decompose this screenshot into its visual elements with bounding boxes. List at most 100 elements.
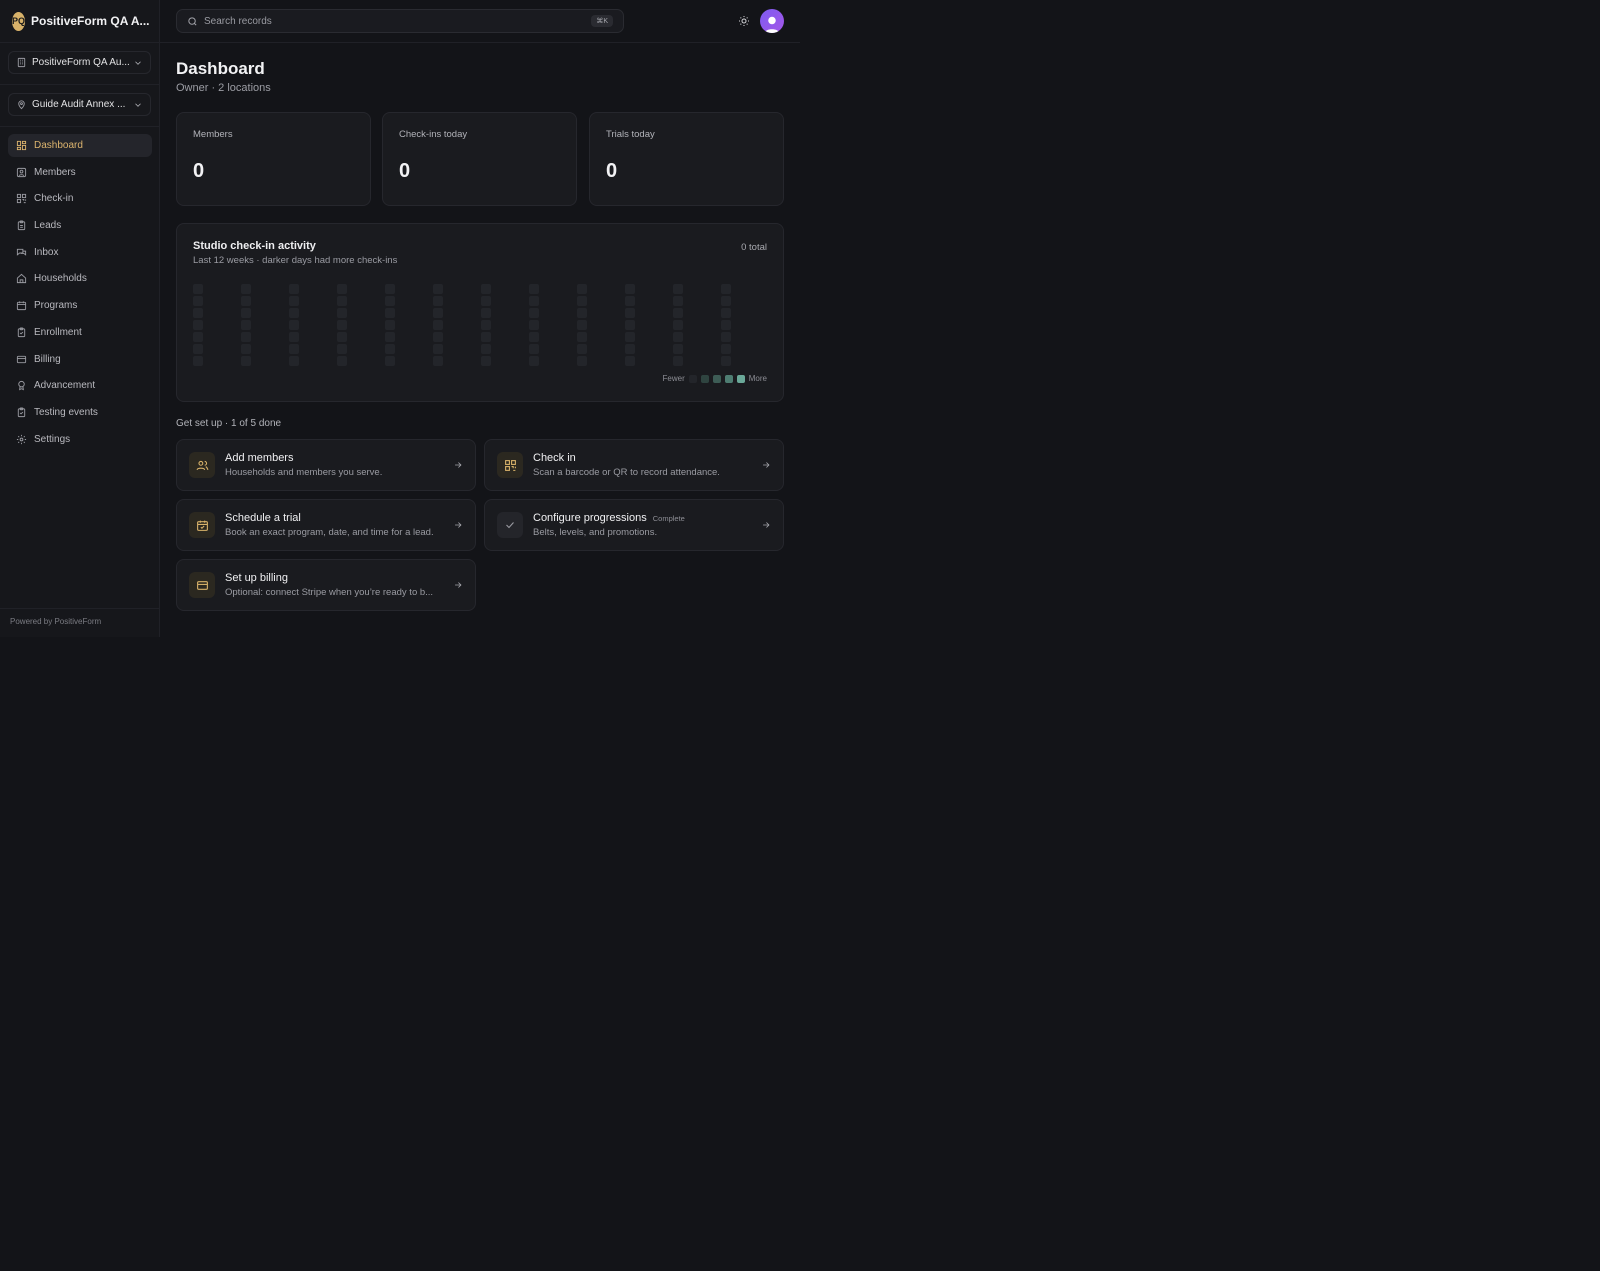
heatmap-cell [529, 308, 539, 318]
heatmap-cell [673, 356, 683, 366]
organization-picker[interactable]: PositiveForm QA Au... [8, 51, 151, 74]
heatmap-cell [289, 308, 299, 318]
heatmap-cell [529, 356, 539, 366]
heatmap-cell [385, 284, 395, 294]
heatmap-cell [193, 296, 203, 306]
arrow-right-icon [455, 522, 462, 528]
heatmap-cell [241, 332, 251, 342]
sidebar-item-label: Enrollment [34, 326, 82, 338]
chevron-down-icon [135, 60, 141, 65]
sidebar-item-dashboard[interactable]: Dashboard [8, 134, 152, 157]
home-icon [16, 274, 27, 284]
task-subtitle: Scan a barcode or QR to record attendanc… [533, 467, 720, 478]
heatmap-cell [385, 320, 395, 330]
heatmap-cell [433, 320, 443, 330]
map-pin-icon [18, 100, 25, 110]
divider [0, 126, 159, 127]
gear-icon [16, 434, 27, 444]
search-shortcut: ⌘K [591, 15, 613, 27]
heatmap-cell [193, 332, 203, 342]
top-bar: Search records ⌘K [160, 0, 800, 43]
card-icon [196, 580, 208, 590]
activity-heatmap [193, 284, 731, 366]
activity-subtitle: Last 12 weeks · darker days had more che… [193, 255, 398, 266]
task-icon-box [189, 512, 215, 538]
task-title: Set up billing [225, 572, 288, 584]
heatmap-cell [481, 356, 491, 366]
stat-label: Trials today [606, 129, 655, 140]
heatmap-cell [721, 356, 731, 366]
sidebar-item-leads[interactable]: Leads [8, 214, 152, 237]
sidebar-item-settings[interactable]: Settings [8, 428, 152, 451]
theme-toggle-button[interactable] [736, 13, 752, 29]
heatmap-cell [337, 356, 347, 366]
sidebar-item-label: Households [34, 273, 87, 285]
task-add-members[interactable]: Add members Households and members you s… [176, 439, 476, 491]
sidebar-footer: Powered by PositiveForm [0, 608, 159, 634]
task-check-in[interactable]: Check in Scan a barcode or QR to record … [484, 439, 784, 491]
heatmap-cell [529, 332, 539, 342]
sidebar-item-inbox[interactable]: Inbox [8, 241, 152, 264]
heatmap-cell [241, 308, 251, 318]
dashboard-icon [16, 140, 27, 151]
task-title: Check in [533, 452, 576, 464]
location-picker[interactable]: Guide Audit Annex ... [8, 93, 151, 116]
sidebar-item-label: Advancement [34, 380, 96, 392]
sidebar-item-billing[interactable]: Billing [8, 348, 152, 371]
brand-name: PositiveForm QA A... [31, 14, 150, 28]
heatmap-cell [337, 284, 347, 294]
task-subtitle: Optional: connect Stripe when you’re rea… [225, 587, 434, 598]
heatmap-cell [481, 320, 491, 330]
heatmap-cell [721, 308, 731, 318]
heatmap-cell [721, 320, 731, 330]
card-icon [16, 355, 27, 363]
stat-value: 0 [399, 160, 411, 182]
qr-icon [504, 459, 516, 471]
task-icon-box [497, 452, 523, 478]
sidebar-item-programs[interactable]: Programs [8, 294, 152, 317]
sidebar-item-enrollment[interactable]: Enrollment [8, 321, 152, 344]
heatmap-cell [337, 332, 347, 342]
task-set-up-billing[interactable]: Set up billing Optional: connect Stripe … [176, 559, 476, 611]
arrow-right-icon [455, 462, 462, 468]
members-icon [196, 460, 208, 470]
check-icon [506, 522, 514, 529]
sun-icon [739, 16, 749, 26]
activity-card: Studio check-in activity Last 12 weeks ·… [176, 223, 784, 402]
heatmap-cell [289, 296, 299, 306]
task-configure-progressions[interactable]: Configure progressions Complete Belts, le… [484, 499, 784, 551]
sidebar-item-testing-events[interactable]: Testing events [8, 401, 152, 424]
setup-heading: Get set up · 1 of 5 done [176, 418, 282, 429]
heatmap-cell [625, 356, 635, 366]
heatmap-cell [337, 296, 347, 306]
task-subtitle: Book an exact program, date, and time fo… [225, 527, 434, 538]
sidebar-item-members[interactable]: Members [8, 161, 152, 184]
task-schedule-trial[interactable]: Schedule a trial Book an exact program, … [176, 499, 476, 551]
brand[interactable]: PQ PositiveForm QA A... [0, 0, 159, 43]
sidebar-item-advancement[interactable]: Advancement [8, 374, 152, 397]
qr-icon [16, 194, 27, 204]
heatmap-cell [337, 344, 347, 354]
heatmap-cell [289, 332, 299, 342]
heatmap-cell [529, 296, 539, 306]
brand-logo: PQ [12, 11, 26, 31]
sidebar-item-label: Programs [34, 300, 78, 312]
heatmap-cell [529, 344, 539, 354]
heatmap-cell [625, 284, 635, 294]
heatmap-cell [577, 320, 587, 330]
sidebar-item-label: Leads [34, 220, 62, 232]
heatmap-cell [577, 296, 587, 306]
clipboard-check-icon [17, 327, 26, 337]
heatmap-cell [385, 332, 395, 342]
avatar[interactable] [760, 9, 784, 33]
heatmap-cell [433, 308, 443, 318]
heatmap-cell [673, 308, 683, 318]
arrow-right-icon [455, 582, 462, 588]
sidebar-item-check-in[interactable]: Check-in [8, 187, 152, 210]
search-input[interactable]: Search records ⌘K [176, 9, 624, 33]
sidebar-item-households[interactable]: Households [8, 267, 152, 290]
sidebar-nav: Dashboard Members Check-in Leads Inbox H… [8, 134, 152, 454]
heatmap-cell [721, 332, 731, 342]
chat-icon [16, 248, 27, 256]
heatmap-cell [673, 296, 683, 306]
